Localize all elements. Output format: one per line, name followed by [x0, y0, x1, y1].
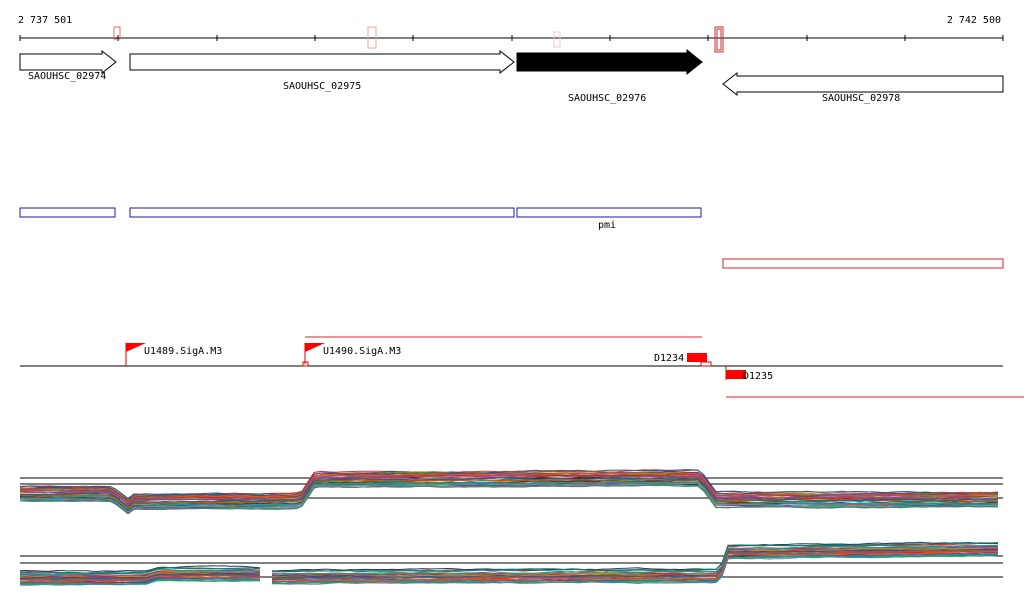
ruler-marker: [553, 31, 561, 48]
gene-arrow[interactable]: [722, 71, 1004, 97]
gene-label: SAOUHSC_02975: [283, 81, 361, 92]
ruler-markers: [113, 26, 724, 53]
expression-profile-top: [19, 469, 1003, 515]
terminator-label: D1235: [743, 371, 773, 382]
gene-saouhsc-02975[interactable]: SAOUHSC_02975: [129, 49, 515, 92]
gene-arrow[interactable]: [516, 48, 703, 76]
gene-arrow[interactable]: [129, 49, 515, 75]
gene-label: SAOUHSC_02978: [822, 93, 900, 104]
operon-label: pmi: [598, 220, 616, 231]
promoter-label: U1489.SigA.M3: [144, 346, 222, 357]
gene-label: SAOUHSC_02976: [568, 93, 646, 104]
regulatory-track: U1489.SigA.M3 U1490.SigA.M3 D1234 D1235: [20, 336, 1024, 398]
promoter-label: U1490.SigA.M3: [323, 346, 401, 357]
ruler-marker: [716, 28, 722, 51]
gene-saouhsc-02974[interactable]: SAOUHSC_02974: [19, 49, 117, 82]
operon-box[interactable]: [129, 207, 515, 218]
coordinate-ruler: 2 737 501 2 742 500: [18, 15, 1004, 53]
terminator-d1234[interactable]: D1234: [654, 353, 712, 367]
promoter-flag-icon[interactable]: [305, 343, 325, 352]
operon-track: pmi: [19, 207, 1004, 269]
expression-profile-bottom: [19, 541, 1003, 586]
terminator-label: D1234: [654, 353, 684, 364]
ruler-marker: [714, 26, 724, 53]
gene-arrow[interactable]: [19, 49, 117, 75]
terminator-block[interactable]: [687, 353, 707, 362]
start-coordinate: 2 737 501: [18, 15, 72, 26]
terminator-d1235[interactable]: D1235: [725, 366, 773, 382]
promoter-u1490[interactable]: U1490.SigA.M3: [302, 343, 401, 367]
terminator-site: [700, 361, 712, 367]
operon-box[interactable]: [516, 207, 702, 218]
gene-track: SAOUHSC_02974 SAOUHSC_02975 SAOUHSC_0297…: [19, 48, 1004, 104]
gene-saouhsc-02976[interactable]: SAOUHSC_02976: [516, 48, 703, 104]
ruler-marker: [113, 26, 121, 40]
gene-label: SAOUHSC_02974: [28, 71, 106, 82]
promoter-flag-icon[interactable]: [126, 343, 146, 352]
operon-box[interactable]: [19, 207, 116, 218]
end-coordinate: 2 742 500: [947, 15, 1001, 26]
genome-browser-view: 2 737 501 2 742 500 SAOUHSC_02974 SAOUHS…: [18, 15, 1024, 586]
gene-saouhsc-02978[interactable]: SAOUHSC_02978: [722, 71, 1004, 104]
promoter-u1489[interactable]: U1489.SigA.M3: [125, 343, 222, 366]
antisense-box[interactable]: [722, 258, 1004, 269]
